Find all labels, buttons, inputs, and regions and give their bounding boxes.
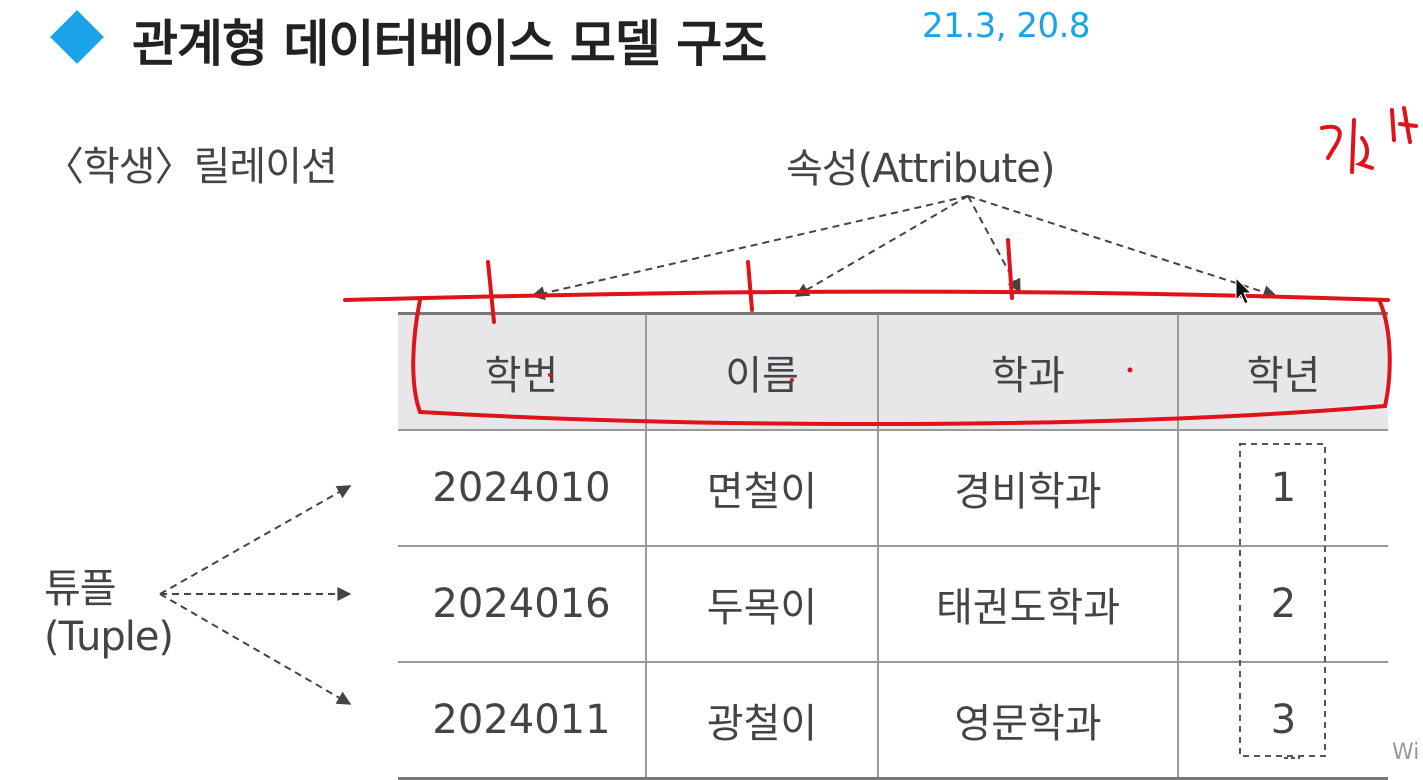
annotation-overlay	[159, 106, 1418, 759]
red-dot-student-id	[548, 373, 552, 377]
mouse-cursor-icon	[1235, 276, 1253, 305]
tuple-arrow-row1	[159, 485, 352, 595]
corner-text: Wi	[1392, 740, 1420, 765]
red-annotation	[343, 106, 1418, 427]
red-header-outline	[411, 298, 1392, 427]
attribute-arrows	[530, 195, 1278, 301]
red-dot-name	[790, 378, 794, 382]
tuple-arrows	[159, 485, 352, 705]
red-dot-department	[1127, 367, 1133, 373]
tuple-arrow-row3	[159, 593, 352, 705]
red-tick-1	[486, 260, 496, 324]
red-handwriting	[1320, 106, 1418, 174]
attribute-arrow-name	[794, 195, 969, 297]
red-tick-2	[746, 260, 754, 312]
red-tick-3	[1006, 238, 1014, 300]
red-underline-stroke	[343, 289, 1390, 302]
grade-column-dashed-box	[1239, 443, 1326, 757]
